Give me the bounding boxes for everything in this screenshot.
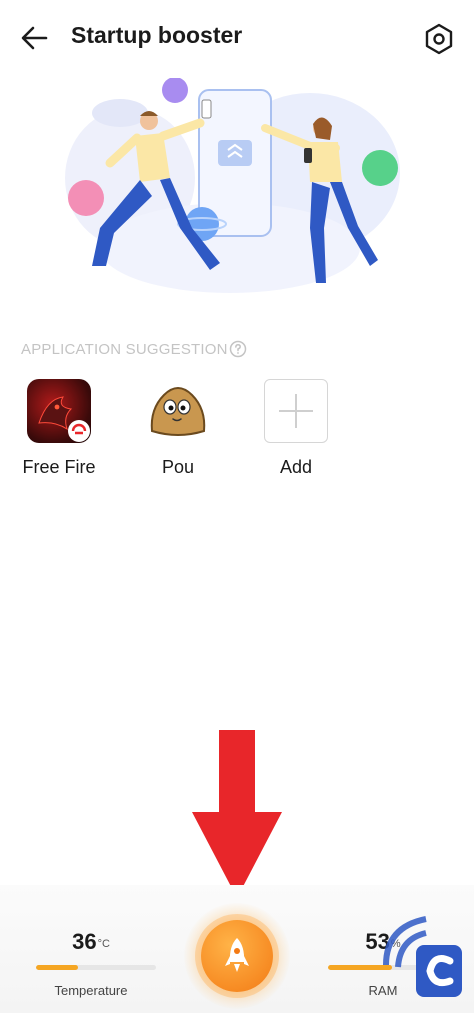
app-label: Free Fire [22,457,96,477]
temperature-stat: 36°C Temperature [26,925,156,1005]
temperature-bar-fill [36,965,78,970]
boost-button-core [201,920,273,992]
pou-app-icon [146,379,210,443]
temperature-label: Temperature [54,983,128,998]
app-item-free-fire[interactable]: Free Fire [9,379,109,484]
plus-icon [264,379,328,443]
temperature-bar [36,965,156,970]
temperature-value-row: 36°C [26,929,156,955]
section-title: APPLICATION SUGGESTION [21,341,228,358]
rocket-icon [225,938,249,972]
temperature-unit: °C [97,938,110,950]
top-bar: Startup booster [0,0,474,76]
free-fire-app-icon [27,379,91,443]
app-item-pou[interactable]: Pou [128,379,228,484]
watermark-logo [383,916,462,997]
add-app-button[interactable]: Add [246,379,346,484]
app-label: Pou [161,457,195,477]
boost-button[interactable] [184,903,290,1009]
question-circle-icon[interactable] [229,340,247,358]
back-button[interactable] [14,20,54,56]
back-arrow-icon [21,26,48,50]
down-arrow-annotation-icon [192,730,282,898]
booster-illustration [65,78,400,293]
settings-button[interactable] [420,20,458,58]
settings-hexagon-icon [425,23,453,55]
temperature-value: 36 [72,929,97,954]
app-label: Add [279,457,313,477]
page-title: Startup booster [71,22,243,48]
